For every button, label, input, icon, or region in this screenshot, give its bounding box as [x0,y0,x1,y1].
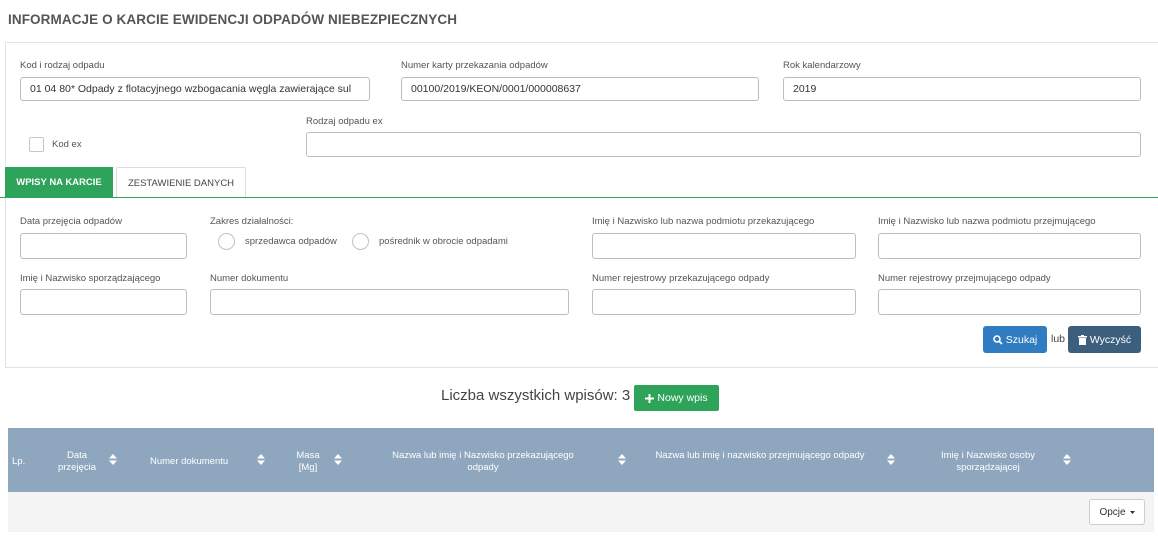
col-numer-dokumentu[interactable]: Numer dokumentu [150,456,228,468]
transferor-reg-label: Numer rejestrowy przekazującego odpady [592,273,770,284]
preparer-label: Imię i Nazwisko sporządzającego [20,273,161,284]
date-field[interactable] [20,233,187,259]
search-button-label: Szukaj [1005,333,1038,346]
transferor-field[interactable] [592,233,856,259]
waste-type-ex-label: Rodzaj odpadu ex [306,116,383,127]
waste-code-label: Kod i rodzaj odpadu [20,60,105,71]
search-icon [992,334,1003,345]
options-label: Opcje [1099,506,1126,518]
tab-wpisy-na-karcie[interactable]: WPISY NA KARCIE [5,167,113,198]
col-masa[interactable]: Masa [Mg] [293,450,323,474]
scope-option-broker-label: pośrednik w obrocie odpadami [379,236,508,247]
table-footer [8,492,1154,532]
sort-icon[interactable] [1063,454,1071,465]
trash-icon [1077,334,1087,345]
new-entry-button[interactable]: Nowy wpis [634,385,719,411]
sort-icon[interactable] [334,454,342,465]
receiver-reg-field[interactable] [878,289,1141,315]
year-label: Rok kalendarzowy [783,60,861,71]
search-button[interactable]: Szukaj [983,326,1047,353]
transferor-label: Imię i Nazwisko lub nazwa podmiotu przek… [592,216,815,227]
receiver-reg-label: Numer rejestrowy przejmującego odpady [878,273,1051,284]
kod-ex-checkbox[interactable] [29,137,44,152]
preparer-field[interactable] [20,289,187,315]
receiver-field[interactable] [878,233,1141,259]
sort-icon[interactable] [109,454,117,465]
scope-radio-seller[interactable] [218,233,235,250]
sort-icon[interactable] [257,454,265,465]
clear-button-label: Wyczyść [1089,333,1132,346]
or-label: lub [1051,333,1066,345]
kod-ex-label: Kod ex [52,139,82,150]
col-lp: Lp. [12,456,26,467]
plus-icon [645,393,655,403]
transferor-reg-field[interactable] [592,289,856,315]
doc-number-field[interactable] [210,289,569,315]
doc-number-label: Numer dokumentu [210,273,289,284]
col-przekazujacy[interactable]: Nazwa lub imię i Nazwisko przekazującego… [378,450,588,474]
col-sporzadzajacy[interactable]: Imię i Nazwisko osoby sporządzającej [928,450,1048,474]
caret-down-icon [1129,510,1135,514]
waste-code-field[interactable]: 01 04 80* Odpady z flotacyjnego wzbogaca… [20,77,370,101]
card-number-field[interactable]: 00100/2019/KEON/0001/000008637 [401,77,759,101]
page-title: INFORMACJE O KARCIE EWIDENCJI ODPADÓW NI… [8,12,458,27]
sort-icon[interactable] [887,454,895,465]
date-label: Data przejęcia odpadów [20,216,122,227]
col-data-przejecia[interactable]: Data przejęcia [52,450,102,474]
clear-button[interactable]: Wyczyść [1068,326,1141,353]
waste-type-ex-field[interactable] [306,132,1141,157]
year-field[interactable]: 2019 [783,77,1141,101]
options-dropdown[interactable]: Opcje [1089,499,1145,525]
col-przejmujacy[interactable]: Nazwa lub imię i nazwisko przejmującego … [655,450,865,462]
scope-option-seller-label: sprzedawca odpadów [245,236,337,247]
scope-label: Zakres działalności: [210,216,294,227]
new-entry-label: Nowy wpis [657,392,708,404]
sort-icon[interactable] [618,454,626,465]
card-number-label: Numer karty przekazania odpadów [401,60,548,71]
receiver-label: Imię i Nazwisko lub nazwa podmiotu przej… [878,216,1096,227]
scope-radio-broker[interactable] [352,233,369,250]
entries-count: Liczba wszystkich wpisów: 3 [441,387,631,404]
tab-zestawienie-danych[interactable]: ZESTAWIENIE DANYCH [116,167,246,198]
